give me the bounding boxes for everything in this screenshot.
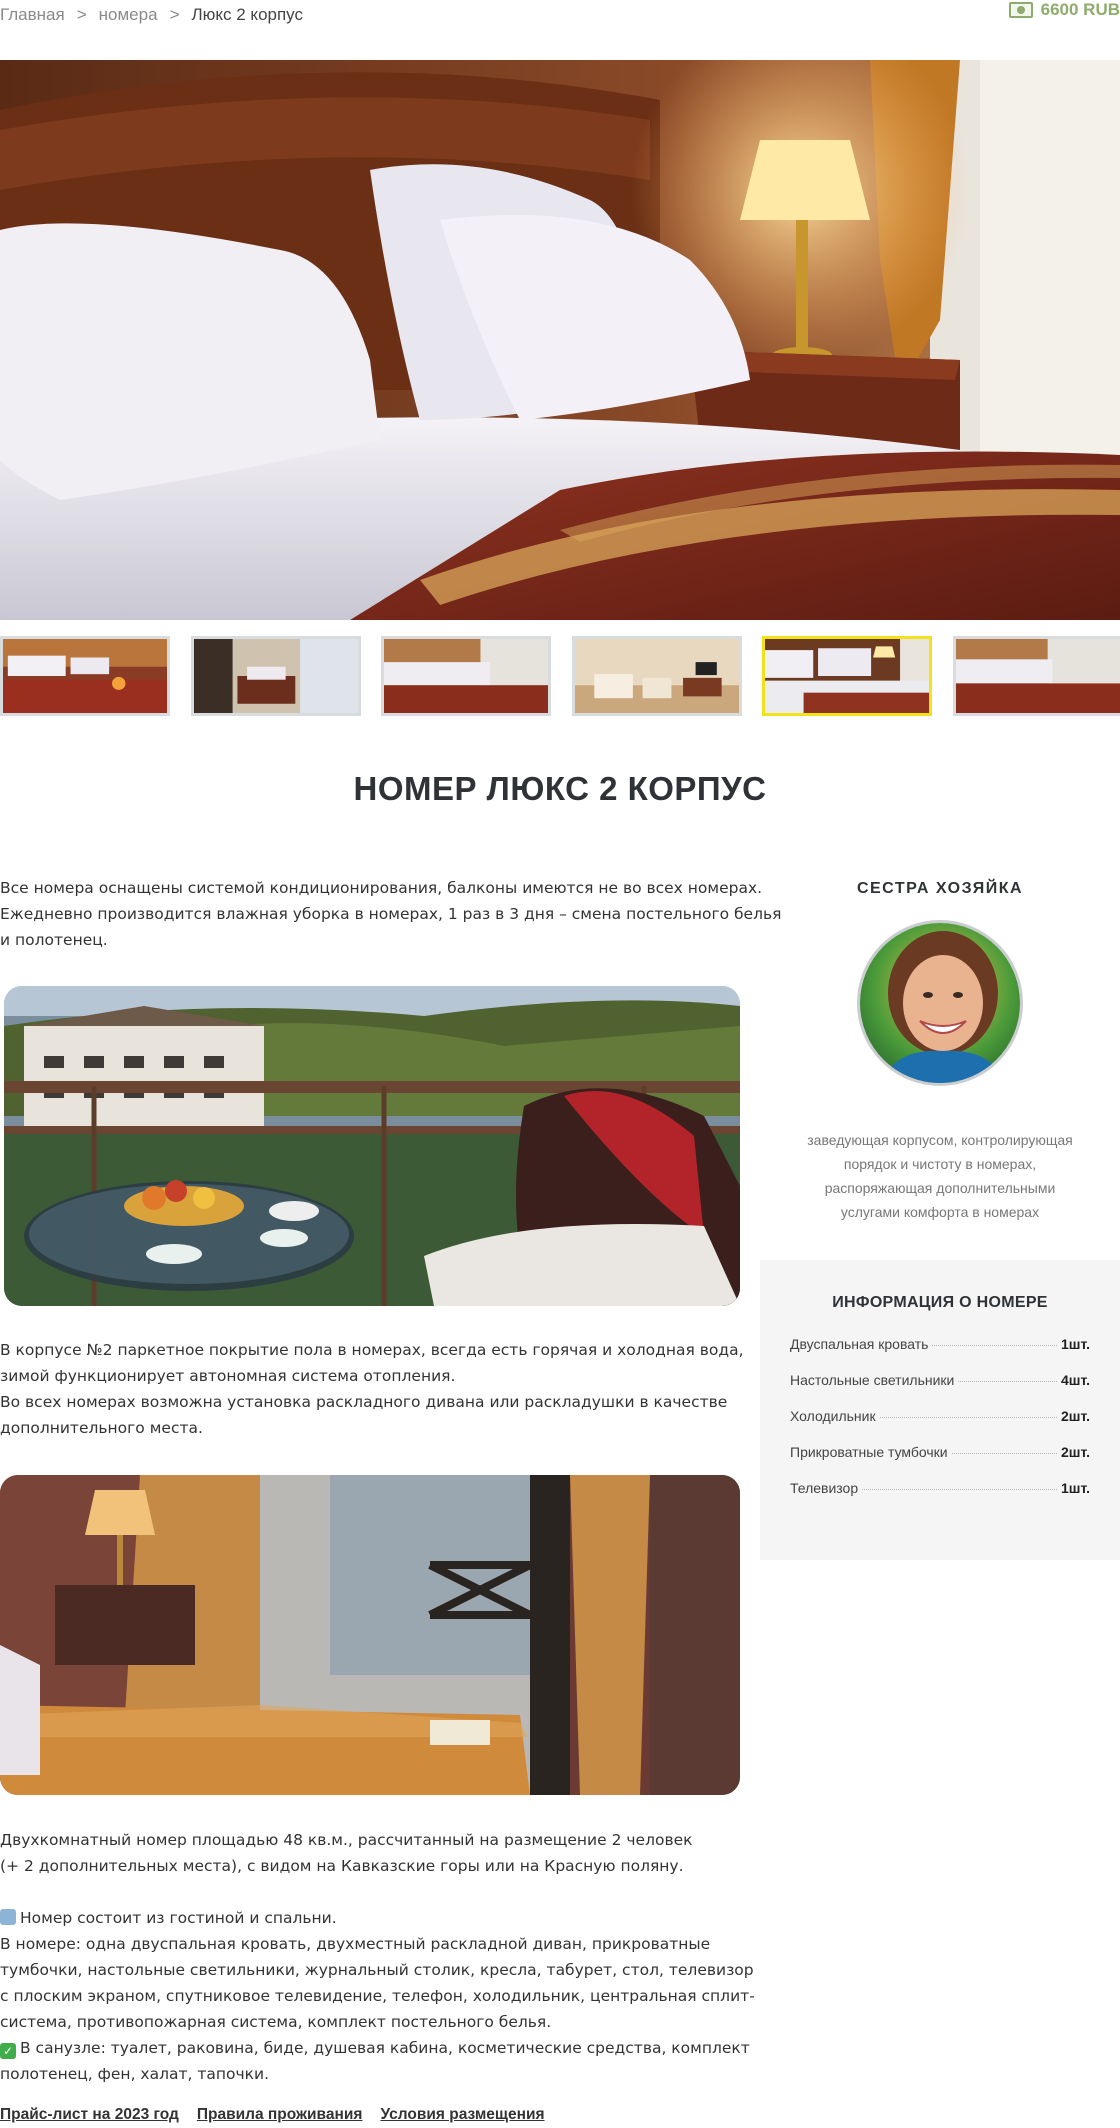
gallery-thumbnail[interactable] xyxy=(191,636,361,716)
rules-link[interactable]: Правила проживания xyxy=(197,2106,363,2124)
room-info-box: ИНФОРМАЦИЯ О НОМЕРЕ Двуспальная кровать 1… xyxy=(760,1260,1120,1560)
breadcrumb-current: Люкс 2 корпус xyxy=(191,5,304,24)
room-info-row: Телевизор 1шт. xyxy=(790,1480,1090,1496)
price-tag: 6600 RUB xyxy=(1008,0,1120,20)
description-line: Двухкомнатный номер площадью 48 кв.м., р… xyxy=(0,1831,693,1849)
room-info-row: Настольные светильники 4шт. xyxy=(790,1372,1090,1388)
cash-icon xyxy=(1008,2,1033,18)
gallery-thumbnail-active[interactable] xyxy=(762,636,932,716)
room-info-row: Двуспальная кровать 1шт. xyxy=(790,1336,1090,1352)
gallery-thumbnail[interactable] xyxy=(381,636,551,716)
gallery-thumbnail[interactable] xyxy=(953,636,1120,716)
gallery-thumbnails xyxy=(0,636,1120,716)
bathroom-line: ✓ В санузле: туалет, раковина, биде, душе… xyxy=(0,2035,750,2061)
balcony-photo xyxy=(4,986,740,1306)
floor-paragraph: В корпусе №2 паркетное покрытие пола в н… xyxy=(0,1341,744,1437)
gallery-thumbnail[interactable] xyxy=(0,636,170,716)
room-details: Двухкомнатный номер площадью 48 кв.м., р… xyxy=(0,1827,755,2087)
breadcrumb-separator: > xyxy=(169,5,180,24)
check-mark-icon: ✓ xyxy=(0,2043,16,2059)
page-title: НОМЕР ЛЮКС 2 КОРПУС xyxy=(353,770,767,807)
room-info-row: Прикроватные тумбочки 2шт. xyxy=(790,1444,1090,1460)
sidebar: СЕСТРА ХОЗЯЙКА заведующая корпусом, конт… xyxy=(760,870,1120,1560)
breadcrumb-rooms-link[interactable]: номера xyxy=(99,5,158,25)
intro-paragraph: Все номера оснащены системой кондиционир… xyxy=(0,879,782,949)
bed-icon xyxy=(0,1909,16,1925)
host-description: заведующая корпусом, контролирующая поря… xyxy=(807,1132,1073,1220)
price-list-link[interactable]: Прайс-лист на 2023 год xyxy=(0,2106,179,2124)
avatar xyxy=(857,920,1023,1086)
breadcrumb-home-link[interactable]: Главная xyxy=(0,5,65,25)
top-bar: Главная > номера > Люкс 2 корпус 6600 RU… xyxy=(0,0,1120,32)
description-line: (+ 2 дополнительных места), с видом на К… xyxy=(0,1857,684,1875)
host-title: СЕСТРА ХОЗЯЙКА xyxy=(856,880,1024,897)
composition-line: Номер состоит из гостиной и спальни. xyxy=(0,1905,740,1931)
hero-image[interactable] xyxy=(0,60,1120,620)
room-info-row: Холодильник 2шт. xyxy=(790,1408,1090,1424)
bedroom-view-photo xyxy=(0,1475,740,1795)
breadcrumb-separator: > xyxy=(76,5,87,24)
document-links: Прайс-лист на 2023 год Правила проживани… xyxy=(0,2106,545,2124)
room-info-title: ИНФОРМАЦИЯ О НОМЕРЕ xyxy=(832,1294,1048,1311)
breadcrumb: Главная > номера > Люкс 2 корпус xyxy=(0,5,303,25)
price-label: 6600 RUB xyxy=(1040,0,1120,19)
conditions-link[interactable]: Условия размещения xyxy=(380,2106,544,2124)
gallery-thumbnail[interactable] xyxy=(572,636,742,716)
